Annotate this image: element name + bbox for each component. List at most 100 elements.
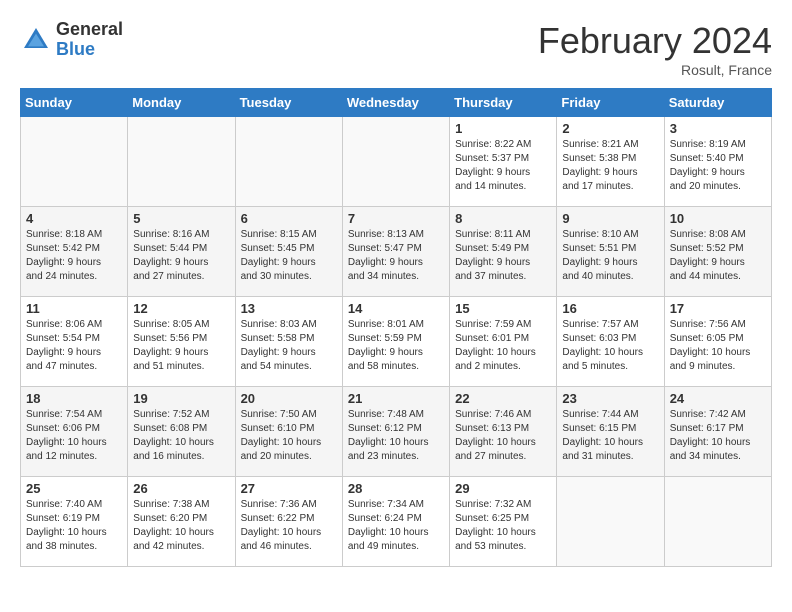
month-title: February 2024: [538, 20, 772, 62]
day-number: 16: [562, 301, 658, 316]
col-header-wednesday: Wednesday: [342, 89, 449, 117]
day-cell: 22 Sunrise: 7:46 AM Sunset: 6:13 PM Dayli…: [450, 387, 557, 477]
day-cell: 3Sunrise: 8:19 AM Sunset: 5:40 PM Daylig…: [664, 117, 771, 207]
day-info: Sunrise: 7:38 AM Sunset: 6:20 PM Dayligh…: [133, 498, 229, 554]
logo-blue-text: Blue: [56, 40, 123, 60]
day-number: 15: [455, 301, 551, 316]
day-cell: [128, 117, 235, 207]
day-cell: 27 Sunrise: 7:36 AM Sunset: 6:22 PM Dayli…: [235, 477, 342, 567]
day-info: Sunrise: 7:48 AM Sunset: 6:12 PM Dayligh…: [348, 408, 444, 464]
logo-general-text: General: [56, 20, 123, 40]
day-number: 10: [670, 211, 766, 226]
calendar-table: SundayMondayTuesdayWednesdayThursdayFrid…: [20, 88, 772, 567]
day-info: Sunrise: 7:52 AM Sunset: 6:08 PM Dayligh…: [133, 408, 229, 464]
day-cell: 10 Sunrise: 8:08 AM Sunset: 5:52 PM Dayli…: [664, 207, 771, 297]
col-header-thursday: Thursday: [450, 89, 557, 117]
page-header: General Blue February 2024 Rosult, Franc…: [20, 20, 772, 78]
day-cell: 18 Sunrise: 7:54 AM Sunset: 6:06 PM Dayli…: [21, 387, 128, 477]
day-info: Sunrise: 7:59 AM Sunset: 6:01 PM Dayligh…: [455, 318, 551, 374]
day-info: Sunrise: 7:56 AM Sunset: 6:05 PM Dayligh…: [670, 318, 766, 374]
day-info: Sunrise: 7:57 AM Sunset: 6:03 PM Dayligh…: [562, 318, 658, 374]
day-number: 5: [133, 211, 229, 226]
day-cell: [21, 117, 128, 207]
day-number: 1: [455, 121, 551, 136]
day-number: 27: [241, 481, 337, 496]
day-info: Sunrise: 8:03 AM Sunset: 5:58 PM Dayligh…: [241, 318, 337, 374]
day-cell: 9 Sunrise: 8:10 AM Sunset: 5:51 PM Daylig…: [557, 207, 664, 297]
title-block: February 2024 Rosult, France: [538, 20, 772, 78]
week-row-4: 18 Sunrise: 7:54 AM Sunset: 6:06 PM Dayli…: [21, 387, 772, 477]
logo-icon: [20, 24, 52, 56]
day-cell: 24 Sunrise: 7:42 AM Sunset: 6:17 PM Dayli…: [664, 387, 771, 477]
day-cell: 16 Sunrise: 7:57 AM Sunset: 6:03 PM Dayli…: [557, 297, 664, 387]
logo: General Blue: [20, 20, 123, 60]
day-info: Sunrise: 8:22 AM Sunset: 5:37 PM Dayligh…: [455, 138, 551, 194]
day-cell: 25Sunrise: 7:40 AM Sunset: 6:19 PM Dayli…: [21, 477, 128, 567]
day-cell: 12 Sunrise: 8:05 AM Sunset: 5:56 PM Dayli…: [128, 297, 235, 387]
day-number: 24: [670, 391, 766, 406]
day-info: Sunrise: 7:54 AM Sunset: 6:06 PM Dayligh…: [26, 408, 122, 464]
day-number: 25: [26, 481, 122, 496]
day-info: Sunrise: 7:44 AM Sunset: 6:15 PM Dayligh…: [562, 408, 658, 464]
week-row-3: 11 Sunrise: 8:06 AM Sunset: 5:54 PM Dayli…: [21, 297, 772, 387]
day-cell: 8Sunrise: 8:11 AM Sunset: 5:49 PM Daylig…: [450, 207, 557, 297]
col-header-tuesday: Tuesday: [235, 89, 342, 117]
day-info: Sunrise: 8:19 AM Sunset: 5:40 PM Dayligh…: [670, 138, 766, 194]
day-cell: 17Sunrise: 7:56 AM Sunset: 6:05 PM Dayli…: [664, 297, 771, 387]
day-number: 29: [455, 481, 551, 496]
day-number: 20: [241, 391, 337, 406]
day-number: 11: [26, 301, 122, 316]
day-number: 18: [26, 391, 122, 406]
day-number: 21: [348, 391, 444, 406]
day-info: Sunrise: 8:11 AM Sunset: 5:49 PM Dayligh…: [455, 228, 551, 284]
day-cell: [557, 477, 664, 567]
col-header-sunday: Sunday: [21, 89, 128, 117]
day-number: 14: [348, 301, 444, 316]
day-cell: 13 Sunrise: 8:03 AM Sunset: 5:58 PM Dayli…: [235, 297, 342, 387]
day-number: 28: [348, 481, 444, 496]
day-info: Sunrise: 8:06 AM Sunset: 5:54 PM Dayligh…: [26, 318, 122, 374]
day-info: Sunrise: 8:16 AM Sunset: 5:44 PM Dayligh…: [133, 228, 229, 284]
header-row: SundayMondayTuesdayWednesdayThursdayFrid…: [21, 89, 772, 117]
day-cell: 29Sunrise: 7:32 AM Sunset: 6:25 PM Dayli…: [450, 477, 557, 567]
day-number: 12: [133, 301, 229, 316]
day-cell: 28 Sunrise: 7:34 AM Sunset: 6:24 PM Dayli…: [342, 477, 449, 567]
week-row-1: 1 Sunrise: 8:22 AM Sunset: 5:37 PM Daylig…: [21, 117, 772, 207]
day-cell: 11 Sunrise: 8:06 AM Sunset: 5:54 PM Dayli…: [21, 297, 128, 387]
col-header-monday: Monday: [128, 89, 235, 117]
day-info: Sunrise: 7:46 AM Sunset: 6:13 PM Dayligh…: [455, 408, 551, 464]
day-number: 9: [562, 211, 658, 226]
day-info: Sunrise: 8:05 AM Sunset: 5:56 PM Dayligh…: [133, 318, 229, 374]
day-number: 7: [348, 211, 444, 226]
day-number: 4: [26, 211, 122, 226]
day-number: 22: [455, 391, 551, 406]
day-info: Sunrise: 8:08 AM Sunset: 5:52 PM Dayligh…: [670, 228, 766, 284]
day-cell: 19Sunrise: 7:52 AM Sunset: 6:08 PM Dayli…: [128, 387, 235, 477]
day-info: Sunrise: 8:01 AM Sunset: 5:59 PM Dayligh…: [348, 318, 444, 374]
location: Rosult, France: [538, 62, 772, 78]
week-row-5: 25Sunrise: 7:40 AM Sunset: 6:19 PM Dayli…: [21, 477, 772, 567]
day-info: Sunrise: 7:50 AM Sunset: 6:10 PM Dayligh…: [241, 408, 337, 464]
day-cell: 7 Sunrise: 8:13 AM Sunset: 5:47 PM Daylig…: [342, 207, 449, 297]
col-header-friday: Friday: [557, 89, 664, 117]
day-number: 6: [241, 211, 337, 226]
day-cell: 14 Sunrise: 8:01 AM Sunset: 5:59 PM Dayli…: [342, 297, 449, 387]
day-cell: [342, 117, 449, 207]
day-info: Sunrise: 7:42 AM Sunset: 6:17 PM Dayligh…: [670, 408, 766, 464]
day-info: Sunrise: 8:10 AM Sunset: 5:51 PM Dayligh…: [562, 228, 658, 284]
day-cell: 2Sunrise: 8:21 AM Sunset: 5:38 PM Daylig…: [557, 117, 664, 207]
day-info: Sunrise: 7:36 AM Sunset: 6:22 PM Dayligh…: [241, 498, 337, 554]
day-cell: 26Sunrise: 7:38 AM Sunset: 6:20 PM Dayli…: [128, 477, 235, 567]
day-cell: 15 Sunrise: 7:59 AM Sunset: 6:01 PM Dayli…: [450, 297, 557, 387]
day-number: 2: [562, 121, 658, 136]
day-cell: 6 Sunrise: 8:15 AM Sunset: 5:45 PM Daylig…: [235, 207, 342, 297]
week-row-2: 4Sunrise: 8:18 AM Sunset: 5:42 PM Daylig…: [21, 207, 772, 297]
day-cell: 1 Sunrise: 8:22 AM Sunset: 5:37 PM Daylig…: [450, 117, 557, 207]
day-cell: [664, 477, 771, 567]
day-number: 23: [562, 391, 658, 406]
day-info: Sunrise: 8:15 AM Sunset: 5:45 PM Dayligh…: [241, 228, 337, 284]
day-cell: 5 Sunrise: 8:16 AM Sunset: 5:44 PM Daylig…: [128, 207, 235, 297]
day-number: 13: [241, 301, 337, 316]
day-info: Sunrise: 7:34 AM Sunset: 6:24 PM Dayligh…: [348, 498, 444, 554]
day-info: Sunrise: 8:13 AM Sunset: 5:47 PM Dayligh…: [348, 228, 444, 284]
